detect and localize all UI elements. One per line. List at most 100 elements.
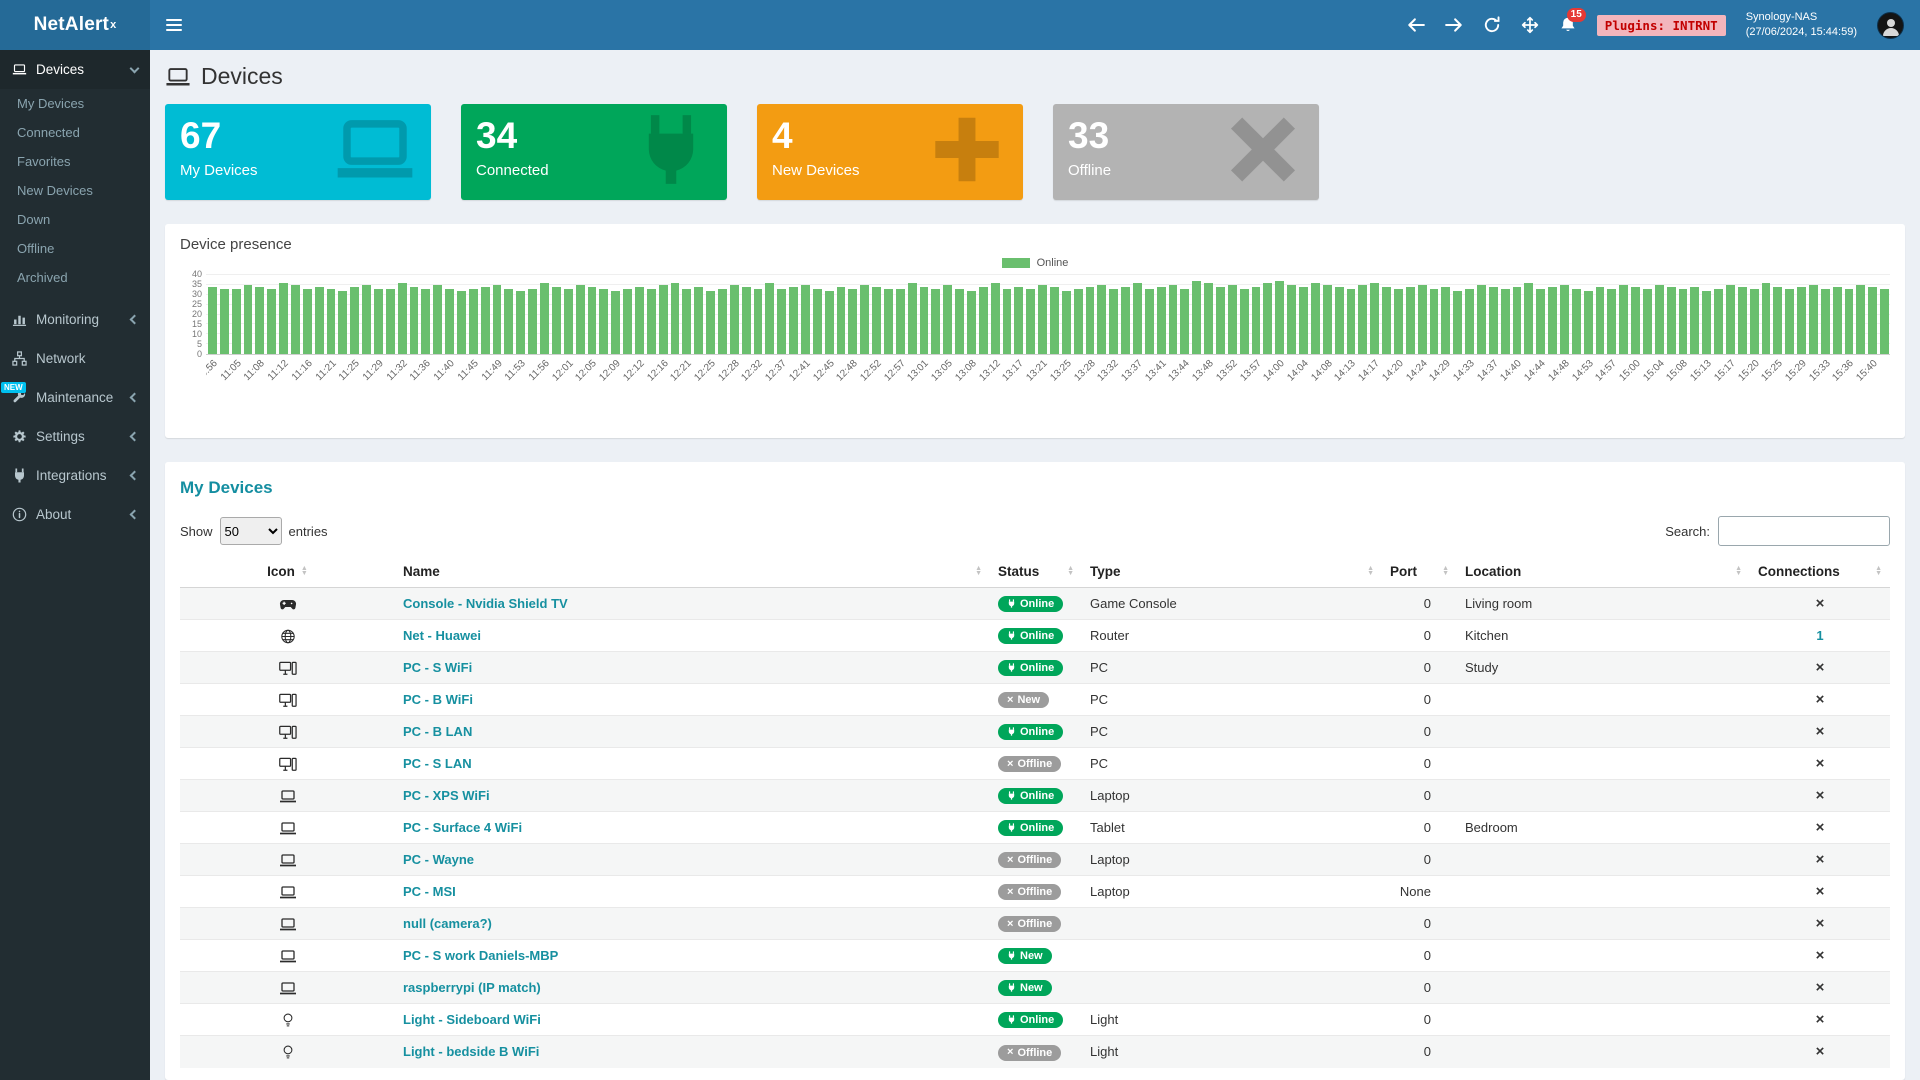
port-cell: 0: [1382, 908, 1457, 940]
chart-bar: [1169, 285, 1178, 354]
x-tick-label: 11:25: [337, 358, 362, 383]
table-row: PC - MSI×OfflineLaptopNone×: [180, 876, 1890, 908]
no-connection-icon[interactable]: ×: [1816, 883, 1825, 900]
column-header-type[interactable]: Type▲▼: [1082, 556, 1382, 588]
sidebar-item-about[interactable]: About: [0, 495, 150, 534]
summary-box-my-devices[interactable]: 67 My Devices: [165, 104, 431, 200]
device-name-link[interactable]: PC - S LAN: [403, 756, 472, 771]
no-connection-icon[interactable]: ×: [1816, 691, 1825, 708]
chart-bar: [991, 283, 1000, 354]
chart-bar: [682, 289, 691, 354]
device-name-link[interactable]: Light - bedside B WiFi: [403, 1044, 539, 1059]
x-tick-label: 13:57: [1238, 358, 1263, 383]
laptop-icon: [279, 947, 297, 962]
column-header-location[interactable]: Location▲▼: [1457, 556, 1750, 588]
chart-bar: [220, 289, 229, 354]
avatar[interactable]: [1877, 12, 1904, 39]
x-tick-label: 15:00: [1617, 358, 1642, 383]
device-name-link[interactable]: raspberrypi (IP match): [403, 980, 541, 995]
x-tick-label: 15:29: [1783, 358, 1808, 383]
y-tick-label: 40: [192, 270, 202, 279]
chart-bar: [1821, 289, 1830, 354]
sidebar-item-maintenance[interactable]: NEW Maintenance: [0, 378, 150, 417]
no-connection-icon[interactable]: ×: [1816, 1043, 1825, 1060]
device-name-link[interactable]: PC - XPS WiFi: [403, 788, 490, 803]
app-logo[interactable]: NetAlertx: [0, 0, 150, 50]
plugins-status-label[interactable]: Plugins: INTRNT: [1597, 15, 1726, 36]
chart-bar: [1655, 285, 1664, 354]
column-header-port[interactable]: Port▲▼: [1382, 556, 1457, 588]
chart-bar: [1524, 283, 1533, 354]
device-name-link[interactable]: PC - MSI: [403, 884, 456, 899]
summary-box-new-devices[interactable]: 4 New Devices: [757, 104, 1023, 200]
summary-box-offline[interactable]: 33 Offline: [1053, 104, 1319, 200]
device-name-link[interactable]: PC - S WiFi: [403, 660, 472, 675]
desktop-icon: [279, 691, 297, 706]
no-connection-icon[interactable]: ×: [1816, 787, 1825, 804]
notifications-bell-icon[interactable]: 15: [1559, 16, 1577, 34]
device-name-link[interactable]: PC - B LAN: [403, 724, 472, 739]
sidebar-item-integrations[interactable]: Integrations: [0, 456, 150, 495]
sidebar-subitem-offline[interactable]: Offline: [0, 234, 150, 263]
sidebar-subitem-archived[interactable]: Archived: [0, 263, 150, 292]
forward-arrow-icon[interactable]: [1445, 16, 1463, 34]
sidebar-subitem-new-devices[interactable]: New Devices: [0, 176, 150, 205]
no-connection-icon[interactable]: ×: [1816, 851, 1825, 868]
device-icon-cell: [180, 1004, 395, 1036]
no-connection-icon[interactable]: ×: [1816, 1011, 1825, 1028]
no-connection-icon[interactable]: ×: [1816, 755, 1825, 772]
device-type-cell: Laptop: [1082, 780, 1382, 812]
device-name-link[interactable]: Light - Sideboard WiFi: [403, 1012, 541, 1027]
device-name-link[interactable]: null (camera?): [403, 916, 492, 931]
sidebar-subitem-my-devices[interactable]: My Devices: [0, 89, 150, 118]
sidebar-toggle-button[interactable]: [166, 19, 182, 31]
sidebar-subitem-favorites[interactable]: Favorites: [0, 147, 150, 176]
column-header-status[interactable]: Status▲▼: [990, 556, 1082, 588]
chart-bar: [920, 287, 929, 354]
device-name-link[interactable]: PC - Surface 4 WiFi: [403, 820, 522, 835]
no-connection-icon[interactable]: ×: [1816, 979, 1825, 996]
device-name-link[interactable]: Net - Huawei: [403, 628, 481, 643]
move-arrows-icon[interactable]: [1521, 16, 1539, 34]
sidebar-item-label: Network: [36, 351, 86, 366]
sidebar-item-settings[interactable]: Settings: [0, 417, 150, 456]
chart-bar: [303, 289, 312, 354]
chart-bar: [635, 287, 644, 354]
device-name-link[interactable]: PC - S work Daniels-MBP: [403, 948, 558, 963]
summary-box-connected[interactable]: 34 Connected: [461, 104, 727, 200]
sidebar-item-network[interactable]: Network: [0, 339, 150, 378]
device-name-cell: Light - bedside B WiFi: [395, 1036, 990, 1068]
x-tick-label: 13:52: [1214, 358, 1239, 383]
chart-legend[interactable]: Online: [180, 257, 1890, 269]
connections-count-link[interactable]: 1: [1816, 628, 1823, 643]
sidebar-subitem-down[interactable]: Down: [0, 205, 150, 234]
page-size-select[interactable]: 50: [220, 517, 282, 545]
chart-bar: [576, 285, 585, 354]
device-name-link[interactable]: PC - B WiFi: [403, 692, 473, 707]
chart-bar: [872, 287, 881, 354]
no-connection-icon[interactable]: ×: [1816, 723, 1825, 740]
no-connection-icon[interactable]: ×: [1816, 595, 1825, 612]
no-connection-icon[interactable]: ×: [1816, 915, 1825, 932]
device-icon-cell: [180, 876, 395, 908]
sidebar-subitem-connected[interactable]: Connected: [0, 118, 150, 147]
no-connection-icon[interactable]: ×: [1816, 947, 1825, 964]
no-connection-icon[interactable]: ×: [1816, 659, 1825, 676]
sidebar-item-monitoring[interactable]: Monitoring: [0, 300, 150, 339]
column-header-name[interactable]: Name▲▼: [395, 556, 990, 588]
column-header-icon[interactable]: Icon▲▼: [180, 556, 395, 588]
device-name-link[interactable]: PC - Wayne: [403, 852, 474, 867]
refresh-icon[interactable]: [1483, 16, 1501, 34]
back-arrow-icon[interactable]: [1407, 16, 1425, 34]
chart-bar: [837, 287, 846, 354]
sidebar-item-devices[interactable]: Devices: [0, 50, 150, 89]
location-cell: [1457, 780, 1750, 812]
search-input[interactable]: [1718, 516, 1890, 546]
no-connection-icon[interactable]: ×: [1816, 819, 1825, 836]
device-name-link[interactable]: Console - Nvidia Shield TV: [403, 596, 568, 611]
chart-bar: [1667, 287, 1676, 354]
chart-bar: [1026, 289, 1035, 354]
chart-bar: [338, 291, 347, 354]
device-icon-cell: [180, 1036, 395, 1068]
column-header-connections[interactable]: Connections▲▼: [1750, 556, 1890, 588]
